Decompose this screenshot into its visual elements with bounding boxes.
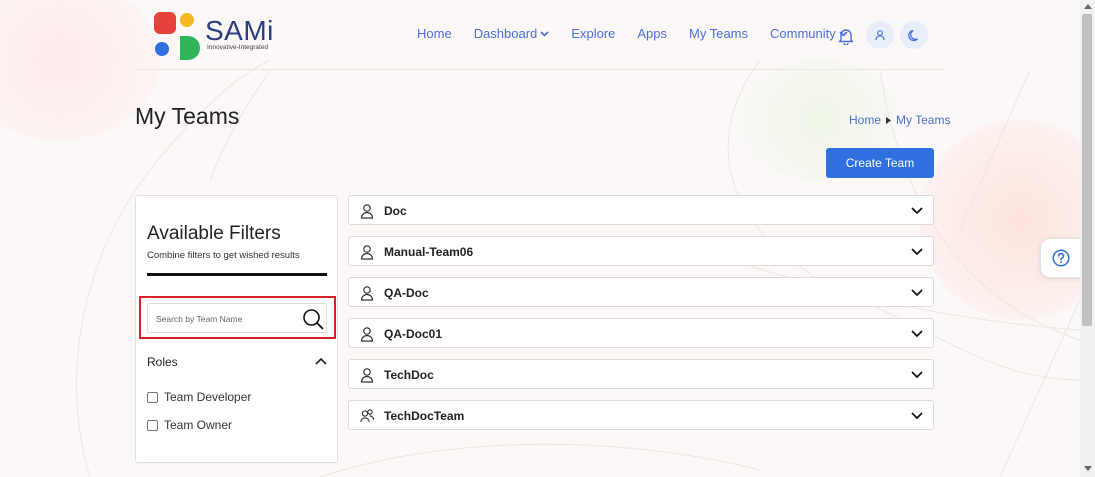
nav-community[interactable]: Community — [770, 26, 848, 41]
scrollbar-thumb[interactable] — [1082, 14, 1092, 326]
checkbox-label: Team Owner — [164, 418, 233, 432]
chevron-down-icon[interactable] — [911, 411, 923, 420]
user-icon — [360, 327, 374, 342]
role-option-team-owner[interactable]: Team Owner — [147, 418, 232, 432]
scroll-down-arrow-icon[interactable] — [1084, 466, 1092, 471]
user-icon — [360, 368, 374, 383]
breadcrumb-home[interactable]: Home — [849, 113, 881, 127]
chevron-down-icon[interactable] — [911, 329, 923, 338]
nav-dashboard[interactable]: Dashboard — [474, 26, 550, 41]
team-row[interactable]: Doc — [348, 195, 934, 225]
user-icon — [360, 204, 374, 219]
chevron-down-icon[interactable] — [911, 288, 923, 297]
chevron-up-icon[interactable] — [315, 356, 327, 366]
bell-icon[interactable] — [838, 27, 854, 45]
checkbox-label: Team Developer — [164, 390, 252, 404]
team-name: TechDocTeam — [384, 409, 465, 423]
nav-label: Community — [770, 26, 836, 41]
nav-label: My Teams — [689, 26, 749, 41]
background-glow — [920, 120, 1095, 320]
chevron-down-icon[interactable] — [911, 370, 923, 379]
team-row[interactable]: QA-Doc01 — [348, 318, 934, 348]
user-icon — [360, 286, 374, 301]
nav-label: Apps — [637, 26, 668, 41]
scrollbar[interactable] — [1080, 0, 1095, 477]
nav-label: Home — [417, 26, 452, 41]
team-name: Doc — [384, 204, 407, 218]
moon-icon — [907, 29, 918, 41]
role-option-team-developer[interactable]: Team Developer — [147, 390, 251, 404]
checkbox[interactable] — [147, 391, 158, 403]
team-name: QA-Doc01 — [384, 327, 443, 341]
team-row[interactable]: QA-Doc — [348, 277, 934, 307]
header: SAMi Innovative-Integrated Home Dashboar… — [135, 0, 945, 70]
brand-name: SAMi — [205, 15, 274, 46]
question-mark-icon — [1052, 249, 1070, 267]
checkbox[interactable] — [147, 419, 158, 431]
team-row[interactable]: TechDoc — [348, 359, 934, 389]
filters-subtitle: Combine filters to get wished results — [147, 250, 300, 261]
user-icon — [360, 245, 374, 260]
filters-title: Available Filters — [147, 223, 281, 244]
nav-label: Explore — [571, 26, 616, 41]
team-row[interactable]: TechDocTeam — [348, 400, 934, 430]
theme-toggle-button[interactable] — [900, 21, 928, 49]
breadcrumb: Home My Teams — [849, 113, 950, 127]
brand-tagline: Innovative-Integrated — [207, 44, 269, 51]
page-title: My Teams — [135, 103, 240, 129]
scroll-up-arrow-icon[interactable] — [1084, 4, 1092, 9]
chevron-down-icon[interactable] — [911, 247, 923, 256]
team-row[interactable]: Manual-Team06 — [348, 236, 934, 266]
create-team-button[interactable]: Create Team — [826, 148, 934, 178]
user-icon — [875, 30, 885, 41]
team-name: QA-Doc — [384, 286, 429, 300]
breadcrumb-current[interactable]: My Teams — [896, 113, 950, 127]
users-icon — [360, 409, 374, 423]
divider — [147, 273, 327, 276]
team-name: Manual-Team06 — [384, 245, 474, 259]
user-menu-button[interactable] — [866, 21, 894, 49]
help-button[interactable] — [1040, 238, 1082, 278]
chevron-down-icon[interactable] — [911, 206, 923, 215]
nav-apps[interactable]: Apps — [637, 26, 667, 41]
nav-my-teams[interactable]: My Teams — [689, 26, 748, 41]
caret-right-icon — [886, 116, 892, 124]
team-name: TechDoc — [384, 368, 434, 382]
filters-panel: Available Filters Combine filters to get… — [135, 195, 338, 463]
nav-home[interactable]: Home — [417, 26, 452, 41]
chevron-down-icon — [540, 30, 549, 37]
main-nav: Home Dashboard Explore Apps My Teams Com… — [417, 26, 870, 41]
search-icon[interactable] — [302, 308, 324, 330]
nav-label: Dashboard — [473, 26, 538, 41]
nav-explore[interactable]: Explore — [571, 26, 615, 41]
search-box[interactable] — [147, 303, 327, 333]
roles-label[interactable]: Roles — [147, 355, 178, 369]
search-input[interactable] — [156, 311, 296, 327]
